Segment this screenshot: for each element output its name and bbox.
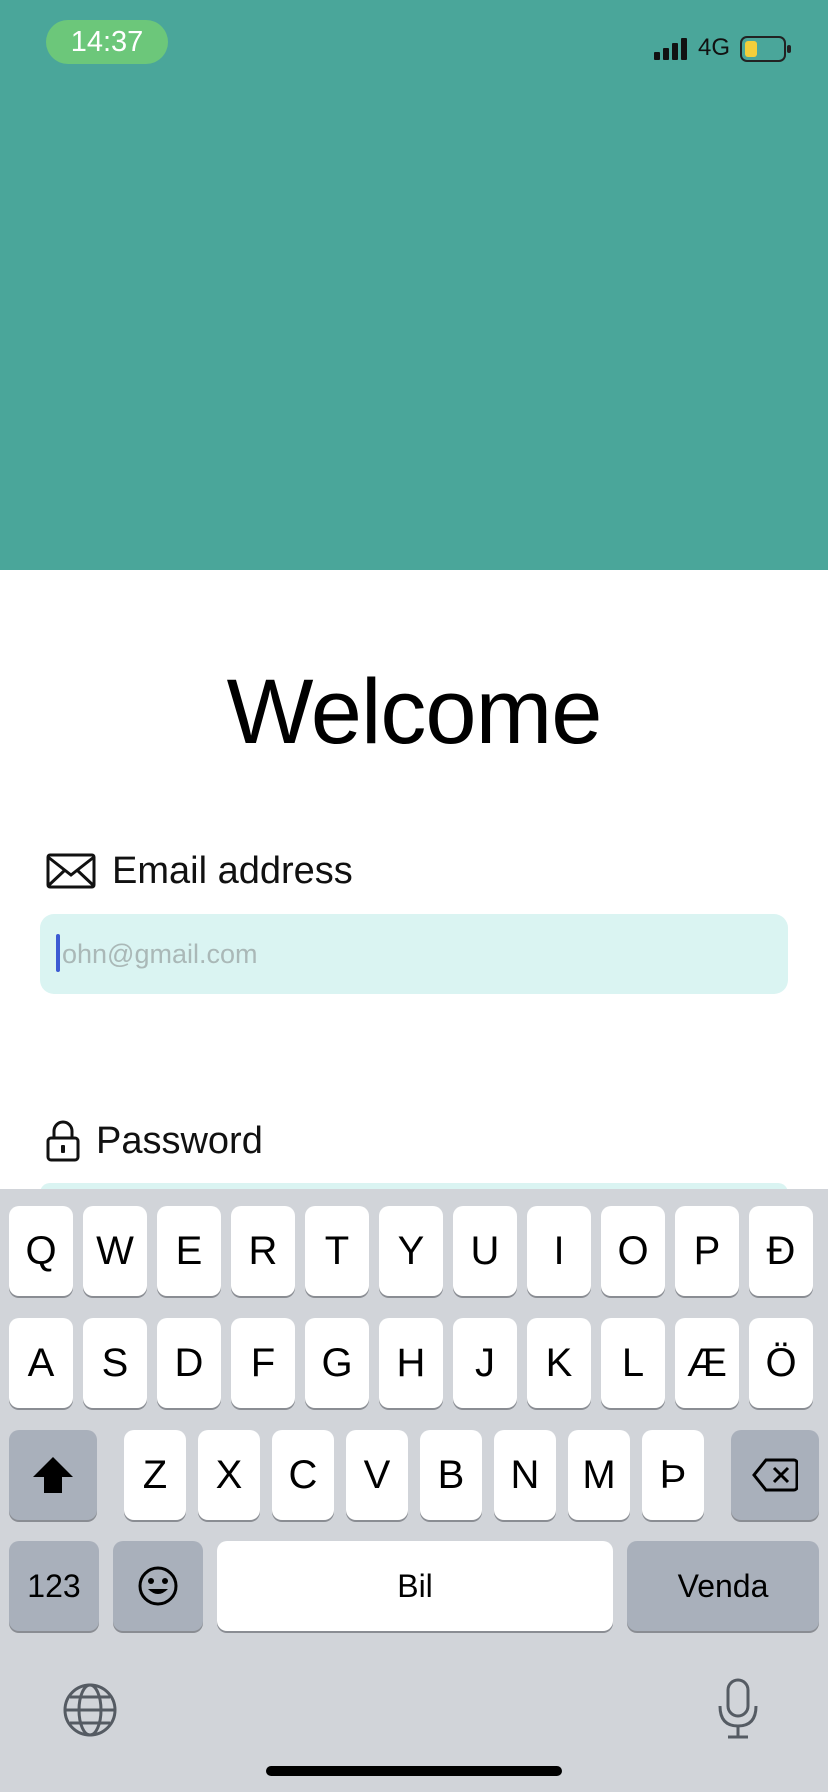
home-indicator bbox=[266, 1766, 562, 1776]
space-key[interactable]: Bil bbox=[217, 1541, 613, 1631]
status-bar: 14:37 4G bbox=[0, 0, 828, 90]
globe-icon bbox=[63, 1683, 117, 1737]
key-f[interactable]: F bbox=[231, 1318, 295, 1408]
return-key[interactable]: Venda bbox=[627, 1541, 819, 1631]
battery-icon bbox=[740, 36, 791, 62]
key-w[interactable]: W bbox=[83, 1206, 147, 1296]
key-b[interactable]: B bbox=[420, 1430, 482, 1520]
key-k[interactable]: K bbox=[527, 1318, 591, 1408]
status-time: 14:37 bbox=[46, 20, 168, 64]
key-q[interactable]: Q bbox=[9, 1206, 73, 1296]
password-label-row: Password bbox=[46, 1118, 263, 1164]
key-æ[interactable]: Æ bbox=[675, 1318, 739, 1408]
lock-icon bbox=[46, 1120, 80, 1162]
key-x[interactable]: X bbox=[198, 1430, 260, 1520]
emoji-key[interactable] bbox=[113, 1541, 203, 1631]
microphone-icon bbox=[718, 1678, 758, 1739]
key-u[interactable]: U bbox=[453, 1206, 517, 1296]
key-ö[interactable]: Ö bbox=[749, 1318, 813, 1408]
shift-icon bbox=[33, 1457, 73, 1493]
password-label: Password bbox=[96, 1119, 263, 1162]
key-o[interactable]: O bbox=[601, 1206, 665, 1296]
key-j[interactable]: J bbox=[453, 1318, 517, 1408]
signal-icon bbox=[654, 38, 687, 60]
key-ð[interactable]: Ð bbox=[749, 1206, 813, 1296]
key-s[interactable]: S bbox=[83, 1318, 147, 1408]
key-y[interactable]: Y bbox=[379, 1206, 443, 1296]
key-a[interactable]: A bbox=[9, 1318, 73, 1408]
mail-icon bbox=[46, 853, 96, 889]
email-input[interactable] bbox=[40, 914, 788, 994]
numbers-key[interactable]: 123 bbox=[9, 1541, 99, 1631]
key-c[interactable]: C bbox=[272, 1430, 334, 1520]
key-l[interactable]: L bbox=[601, 1318, 665, 1408]
key-e[interactable]: E bbox=[157, 1206, 221, 1296]
delete-key[interactable] bbox=[731, 1430, 819, 1520]
dictation-button[interactable] bbox=[716, 1678, 760, 1745]
page-title: Welcome bbox=[226, 661, 603, 763]
key-z[interactable]: Z bbox=[124, 1430, 186, 1520]
network-type: 4G bbox=[698, 34, 731, 61]
email-label-row: Email address bbox=[46, 848, 353, 894]
key-r[interactable]: R bbox=[231, 1206, 295, 1296]
key-d[interactable]: D bbox=[157, 1318, 221, 1408]
keyboard: QWERTYUIOPÐ ASDFGHJKLÆÖ ZXCVBNMÞ 123 Bil… bbox=[0, 1189, 828, 1792]
shift-key[interactable] bbox=[9, 1430, 97, 1520]
delete-icon bbox=[752, 1458, 798, 1492]
key-m[interactable]: M bbox=[568, 1430, 630, 1520]
key-p[interactable]: P bbox=[675, 1206, 739, 1296]
key-t[interactable]: T bbox=[305, 1206, 369, 1296]
key-i[interactable]: I bbox=[527, 1206, 591, 1296]
key-þ[interactable]: Þ bbox=[642, 1430, 704, 1520]
globe-button[interactable] bbox=[62, 1682, 118, 1743]
emoji-icon bbox=[138, 1566, 178, 1606]
key-n[interactable]: N bbox=[494, 1430, 556, 1520]
key-g[interactable]: G bbox=[305, 1318, 369, 1408]
email-label: Email address bbox=[112, 849, 353, 892]
text-cursor bbox=[56, 934, 60, 972]
key-h[interactable]: H bbox=[379, 1318, 443, 1408]
key-v[interactable]: V bbox=[346, 1430, 408, 1520]
